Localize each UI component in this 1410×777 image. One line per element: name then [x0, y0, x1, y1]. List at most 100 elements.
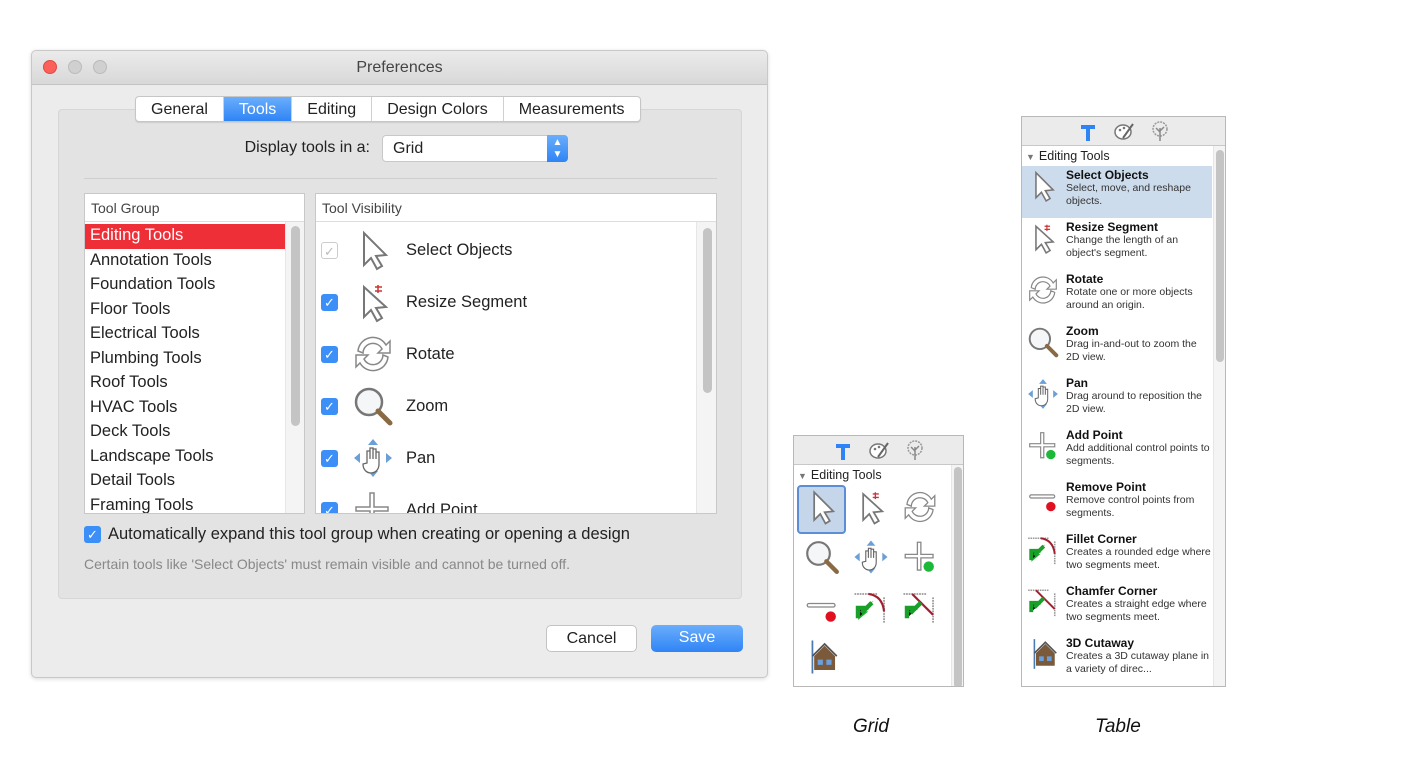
tool-visibility-checkbox[interactable]: ✓ — [321, 449, 338, 467]
tool-visibility-row: ✓ Pan — [316, 432, 716, 484]
table-tool-row[interactable]: 3D Cutaway Creates a 3D cutaway plane in … — [1022, 634, 1212, 686]
tool-visibility-checkbox[interactable]: ✓ — [321, 345, 338, 363]
tool-visibility-scrollbar[interactable] — [696, 222, 716, 513]
grid-tool-pan[interactable] — [846, 535, 895, 584]
tool-name: Pan — [1066, 376, 1089, 390]
tool-group-header: Tool Group — [85, 194, 304, 222]
scrollbar-thumb[interactable] — [703, 228, 712, 393]
tool-description: Change the length of an object's segment… — [1066, 234, 1179, 259]
auto-expand-checkbox[interactable]: ✓ — [84, 526, 101, 543]
table-tool-row[interactable]: Remove Point Remove control points from s… — [1022, 478, 1212, 530]
cancel-button[interactable]: Cancel — [546, 625, 637, 652]
tool-name: 3D Cutaway — [1066, 636, 1135, 650]
window-title: Preferences — [356, 59, 443, 76]
tool-group-item[interactable]: HVAC Tools — [85, 396, 286, 421]
table-tool-row[interactable]: Pan Drag around to reposition the 2D view… — [1022, 374, 1212, 426]
tool-visibility-checkbox[interactable]: ✓ — [321, 293, 338, 311]
zoom-icon — [350, 383, 396, 429]
table-group-header[interactable]: ▼ Editing Tools — [1022, 146, 1225, 166]
preferences-tabs: General Tools Editing Design Colors Measurem… — [135, 96, 641, 122]
grid-tool-zoom[interactable] — [797, 535, 846, 584]
table-tool-row[interactable]: Resize Segment Change the length of an ob… — [1022, 218, 1212, 270]
grid-tool-fillet[interactable] — [846, 585, 895, 634]
pan-icon — [851, 537, 891, 582]
tree-icon[interactable] — [904, 439, 926, 461]
tool-group-item[interactable]: Deck Tools — [85, 420, 286, 445]
tool-visibility-checkbox[interactable]: ✓ — [321, 397, 338, 415]
tool-group-item[interactable]: Annotation Tools — [85, 249, 286, 274]
display-tools-label: Display tools in a: — [244, 139, 370, 156]
table-tool-row[interactable]: Select Objects Select, move, and reshape … — [1022, 166, 1212, 218]
auto-expand-option[interactable]: ✓ Automatically expand this tool group wh… — [84, 525, 630, 544]
scrollbar-thumb[interactable] — [954, 467, 962, 686]
tab-design-colors[interactable]: Design Colors — [372, 97, 504, 121]
table-tool-row[interactable]: Zoom Drag in-and-out to zoom the 2D view. — [1022, 322, 1212, 374]
chamfer-icon — [900, 587, 940, 632]
grid-tool-remove-point[interactable] — [797, 585, 846, 634]
zoom-icon — [1025, 324, 1061, 364]
tab-editing[interactable]: Editing — [292, 97, 373, 121]
select-icon — [802, 487, 842, 532]
disclosure-triangle-icon: ▼ — [1026, 152, 1035, 162]
pan-icon — [350, 435, 396, 481]
cutaway-icon — [802, 637, 842, 682]
tool-group-item[interactable]: Electrical Tools — [85, 322, 286, 347]
tool-group-item[interactable]: Detail Tools — [85, 469, 286, 494]
remove-point-icon — [802, 587, 842, 632]
tool-group-scrollbar[interactable] — [285, 222, 304, 513]
display-mode-select[interactable]: Grid ▲ ▼ — [382, 135, 568, 162]
tool-name: Chamfer Corner — [1066, 584, 1158, 598]
tool-description: Remove control points from segments. — [1066, 494, 1195, 519]
hammer-icon[interactable] — [832, 439, 854, 461]
tree-icon[interactable] — [1149, 120, 1171, 142]
palette-icon[interactable] — [1113, 120, 1135, 142]
hammer-icon[interactable] — [1077, 120, 1099, 142]
divider — [84, 178, 717, 179]
scrollbar-thumb[interactable] — [1216, 150, 1224, 362]
tab-measurements[interactable]: Measurements — [504, 97, 640, 121]
grid-tool-select[interactable] — [797, 485, 846, 534]
fillet-icon — [851, 587, 891, 632]
tool-group-item[interactable]: Plumbing Tools — [85, 347, 286, 372]
tool-visibility-row: ✓ Rotate — [316, 328, 716, 380]
title-bar: Preferences — [32, 51, 767, 85]
add-point-icon — [350, 487, 396, 513]
grid-tool-rotate[interactable] — [895, 485, 944, 534]
save-button[interactable]: Save — [651, 625, 743, 652]
cutaway-icon — [1025, 636, 1061, 676]
fillet-icon — [1025, 532, 1061, 572]
tool-group-item[interactable]: Foundation Tools — [85, 273, 286, 298]
grid-tool-resize[interactable] — [846, 485, 895, 534]
tool-name: Fillet Corner — [1066, 532, 1137, 546]
grid-tool-cutaway[interactable] — [797, 635, 846, 684]
zoom-icon — [802, 537, 842, 582]
tool-visibility-row: ✓ Zoom — [316, 380, 716, 432]
tab-tools[interactable]: Tools — [223, 97, 293, 121]
grid-scrollbar[interactable] — [951, 465, 963, 686]
palette-icon[interactable] — [868, 439, 890, 461]
tool-group-item[interactable]: Floor Tools — [85, 298, 286, 323]
preferences-window: Preferences General Tools Editing Design Co… — [31, 50, 768, 678]
tool-group-item[interactable]: Roof Tools — [85, 371, 286, 396]
tool-label: Select Objects — [406, 240, 513, 259]
tool-group-item[interactable]: Framing Tools — [85, 494, 286, 514]
table-scrollbar[interactable] — [1213, 146, 1225, 686]
tool-group-item[interactable]: Editing Tools — [85, 224, 286, 249]
chamfer-icon — [1025, 584, 1061, 624]
grid-tool-add-point[interactable] — [895, 535, 944, 584]
scrollbar-thumb[interactable] — [291, 226, 300, 426]
tool-name: Zoom — [1066, 324, 1099, 338]
tab-general[interactable]: General — [136, 97, 224, 121]
table-tool-row[interactable]: Rotate Rotate one or more objects around … — [1022, 270, 1212, 322]
tool-visibility-list: Tool Visibility ✓ Select Objects ✓ Resize S… — [315, 193, 717, 514]
tool-group-list: Tool Group Editing Tools Annotation Tools… — [84, 193, 305, 514]
table-tool-row[interactable]: Fillet Corner Creates a rounded edge wher… — [1022, 530, 1212, 582]
table-tool-row[interactable]: Add Point Add additional control points t… — [1022, 426, 1212, 478]
resize-icon — [851, 487, 891, 532]
tool-visibility-checkbox[interactable]: ✓ — [321, 501, 338, 513]
tool-group-item[interactable]: Landscape Tools — [85, 445, 286, 470]
tool-description: Drag around to reposition the 2D view. — [1066, 390, 1203, 415]
grid-group-header[interactable]: ▼ Editing Tools — [794, 465, 963, 485]
table-tool-row[interactable]: Chamfer Corner Creates a straight edge wh… — [1022, 582, 1212, 634]
grid-tool-chamfer[interactable] — [895, 585, 944, 634]
